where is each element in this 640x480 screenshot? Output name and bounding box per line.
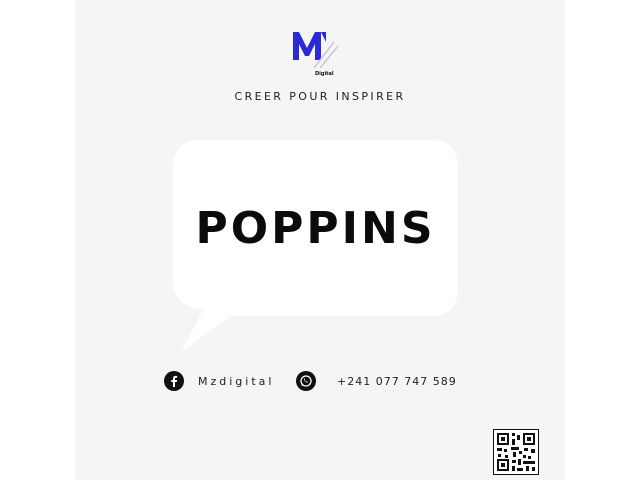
facebook-contact[interactable]: Mzdigital (164, 371, 274, 391)
whatsapp-icon (296, 371, 316, 391)
facebook-icon (164, 371, 184, 391)
qr-code-icon[interactable] (493, 429, 539, 475)
phone-number: +241 077 747 589 (337, 374, 457, 388)
poster: Digital CREER POUR INSPIRER POPPINS Mzdi… (75, 0, 565, 480)
bubble-title: POPPINS (195, 202, 436, 254)
logo-caption: Digital (315, 71, 334, 77)
tagline: CREER POUR INSPIRER (234, 90, 406, 103)
facebook-handle: Mzdigital (198, 374, 275, 388)
whatsapp-contact[interactable]: +241 077 747 589 (296, 371, 457, 391)
